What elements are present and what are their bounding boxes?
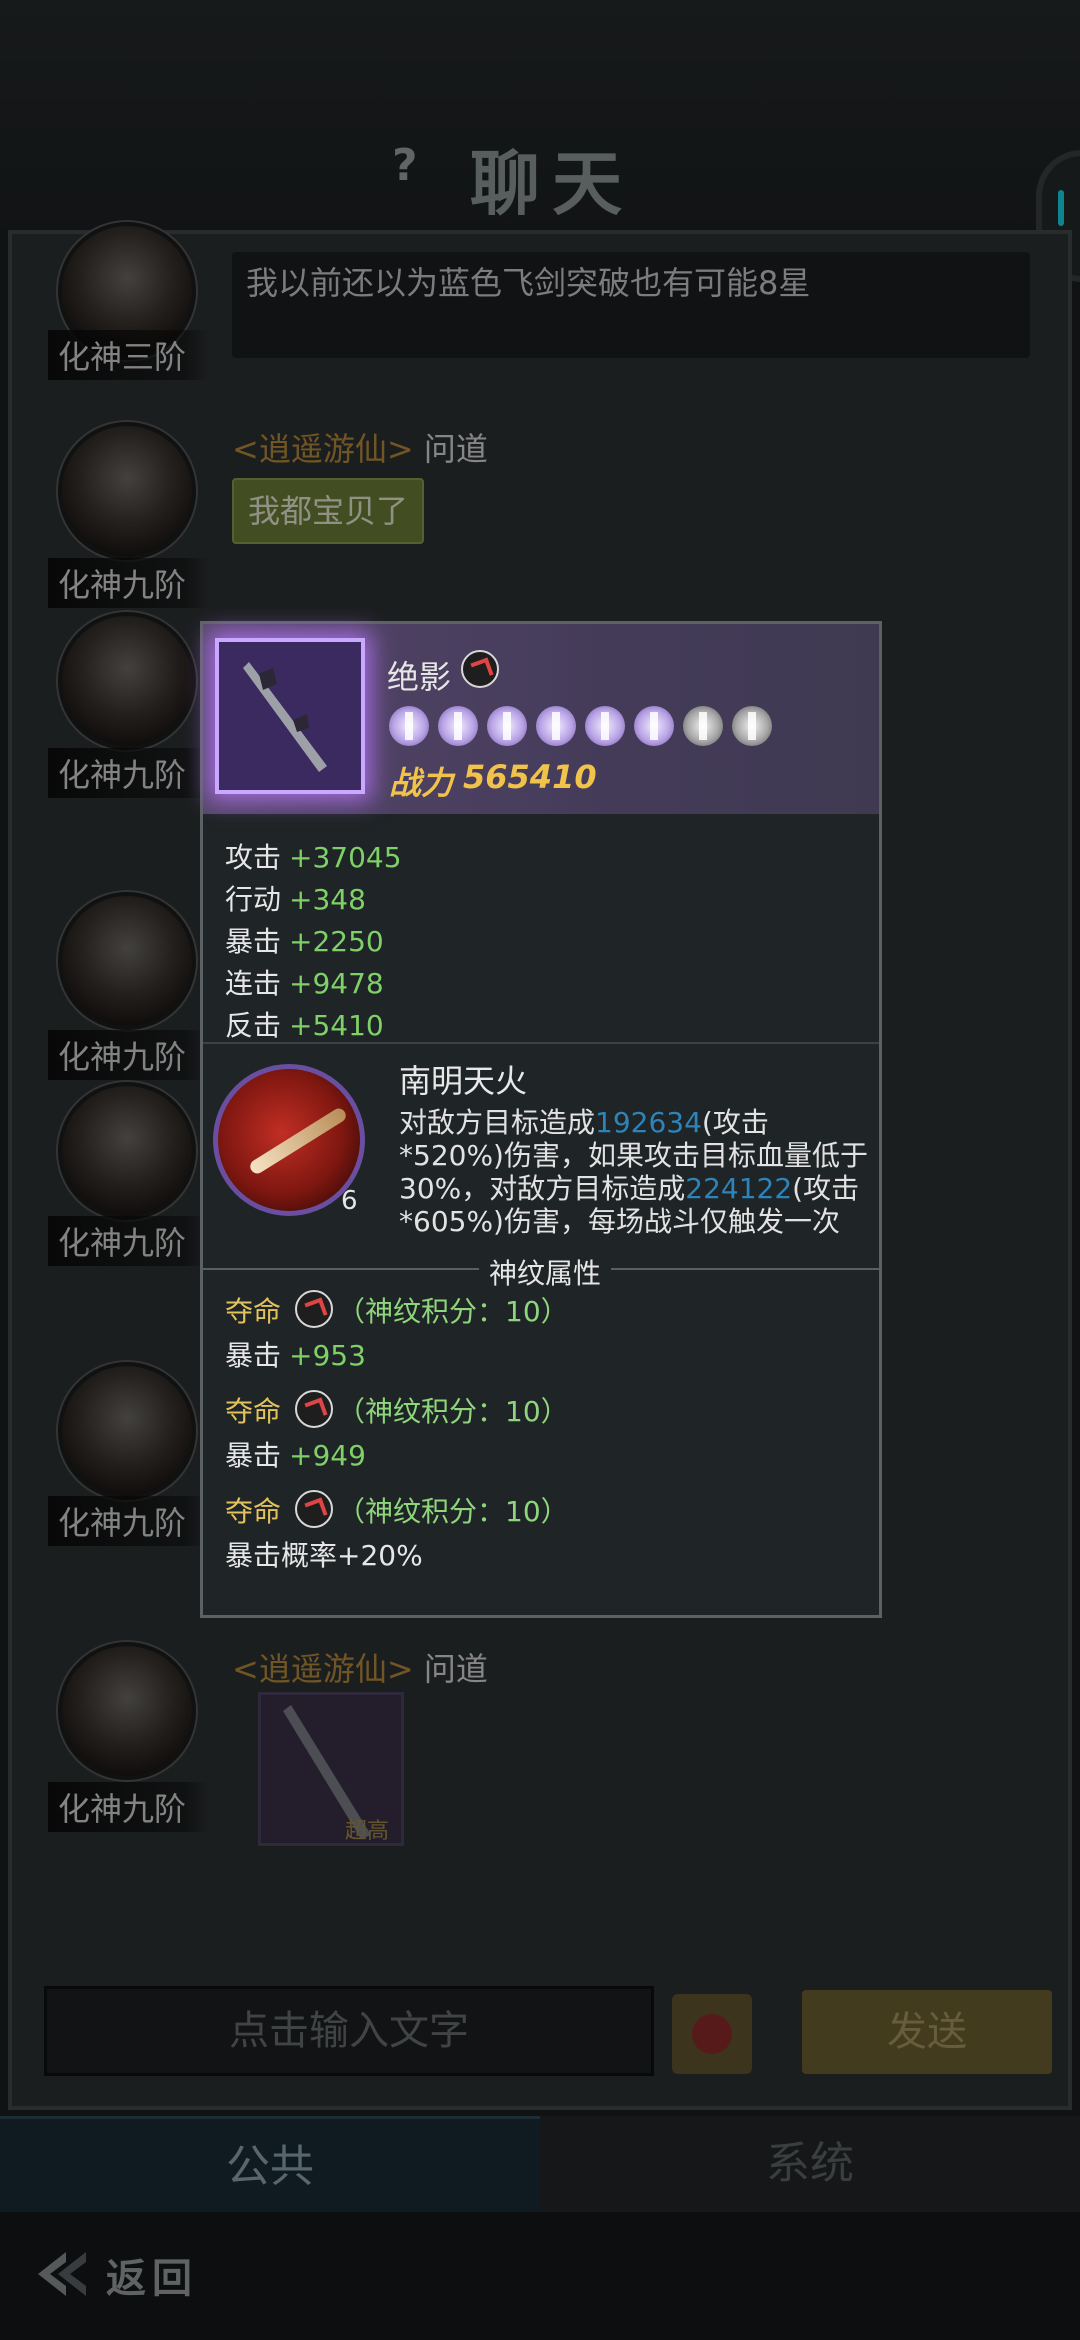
item-tooltip: 绝影 战力 565410 攻击 +37045 行动 +348 暴击 +2250 连击 +… [200,621,882,1618]
item-name: 绝影 [387,658,452,696]
star-icon [487,706,527,746]
power-value: 565410 [463,758,597,796]
skill-name: 南明天火 [399,1062,528,1100]
skill-level: 6 [341,1186,358,1216]
rune-badge-icon [295,1490,333,1528]
skill-description: 对敌方目标造成192634(攻击*520%)伤害，如果攻击目标血量低于30%，对… [399,1106,868,1238]
star-icon [389,706,429,746]
stat-label: 行动 [225,883,282,916]
stat-value: +2250 [289,925,384,958]
star-icon [536,706,576,746]
rune-section-title: 神纹属性 [479,1252,612,1292]
star-icon [585,706,625,746]
star-icon [438,706,478,746]
stat-value: +5410 [289,1009,384,1042]
rune-name: 夺命 [225,1495,282,1528]
rune-stat: 暴击 +953 [225,1339,366,1372]
stat-label: 反击 [225,1009,282,1042]
stat-row: 行动 +348 [225,878,366,918]
rune-score: （神纹积分：10） [337,1495,569,1528]
star-rating [389,706,772,746]
stat-label: 连击 [225,967,282,1000]
rune-stat: 暴击概率+20% [225,1539,423,1572]
rune-badge-icon [295,1290,333,1328]
sword-icon [243,662,327,772]
stat-label: 暴击 [225,925,282,958]
power-label: 战力 [389,764,454,802]
star-icon [732,706,772,746]
rune-badge-icon [461,650,499,688]
stat-row: 反击 +5410 [225,1004,384,1044]
stat-row: 连击 +9478 [225,962,384,1002]
divider [203,1042,879,1044]
star-icon [683,706,723,746]
stat-row: 暴击 +2250 [225,920,384,960]
rune-stat: 暴击 +949 [225,1439,366,1472]
stat-label: 攻击 [225,841,282,874]
rune-score: （神纹积分：10） [337,1295,569,1328]
stat-value: +9478 [289,967,384,1000]
stat-value: +37045 [289,841,402,874]
star-icon [634,706,674,746]
rune-name: 夺命 [225,1295,282,1328]
damage-value: 192634 [595,1106,702,1139]
stat-row: 攻击 +37045 [225,836,402,876]
stat-value: +348 [289,883,366,916]
rune-name: 夺命 [225,1395,282,1428]
damage-value: 224122 [685,1172,793,1205]
rune-badge-icon [295,1390,333,1428]
rune-score: （神纹积分：10） [337,1395,569,1428]
